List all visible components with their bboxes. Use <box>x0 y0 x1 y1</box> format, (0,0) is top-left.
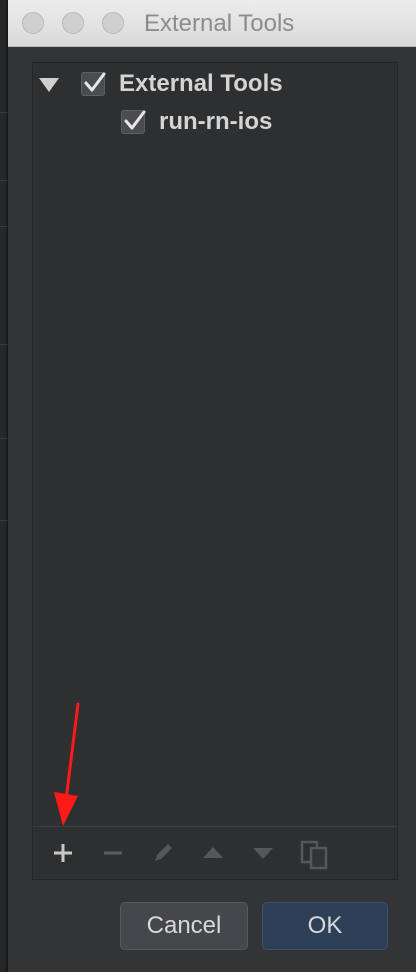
remove-tool-button[interactable] <box>91 827 135 879</box>
expand-triangle-icon[interactable] <box>39 78 59 92</box>
background-divider <box>0 112 8 113</box>
background-divider <box>0 180 8 181</box>
window-title: External Tools <box>144 10 295 37</box>
add-icon <box>54 844 72 862</box>
tree-label-run-rn-ios: run-rn-ios <box>159 108 273 135</box>
checkmark-icon <box>84 72 106 92</box>
add-tool-button[interactable] <box>41 827 85 879</box>
cancel-button[interactable]: Cancel <box>120 902 248 950</box>
edit-tool-button[interactable] <box>141 827 185 879</box>
tree-label-external-tools: External Tools <box>119 70 283 97</box>
background-divider <box>0 226 8 227</box>
title-bar: External Tools <box>8 0 416 47</box>
close-window-button[interactable] <box>22 12 44 34</box>
tree-node-run-rn-ios[interactable]: run-rn-ios <box>33 107 395 137</box>
tree-toolbar <box>32 826 398 880</box>
copy-tool-button[interactable] <box>291 827 335 879</box>
tree-node-external-tools[interactable]: External Tools <box>33 69 395 99</box>
move-down-icon <box>253 848 273 859</box>
run-rn-ios-checkbox[interactable] <box>121 110 146 134</box>
red-arrow-annotation <box>54 702 80 826</box>
ok-button[interactable]: OK <box>262 902 388 950</box>
tools-tree[interactable]: External Tools run-rn-ios <box>32 62 398 830</box>
minimize-window-button[interactable] <box>62 12 84 34</box>
external-tools-dialog: External Tools External Tools run-rn-ios <box>8 0 416 972</box>
background-divider <box>0 520 8 521</box>
move-up-icon <box>203 847 223 858</box>
external-tools-checkbox[interactable] <box>81 72 106 96</box>
zoom-window-button[interactable] <box>102 12 124 34</box>
background-divider <box>0 344 8 345</box>
remove-icon <box>104 851 122 855</box>
background-divider <box>0 438 8 439</box>
copy-icon <box>300 840 328 870</box>
move-down-button[interactable] <box>241 827 285 879</box>
checkmark-icon <box>124 110 146 130</box>
edit-icon <box>155 844 172 861</box>
move-up-button[interactable] <box>191 827 235 879</box>
